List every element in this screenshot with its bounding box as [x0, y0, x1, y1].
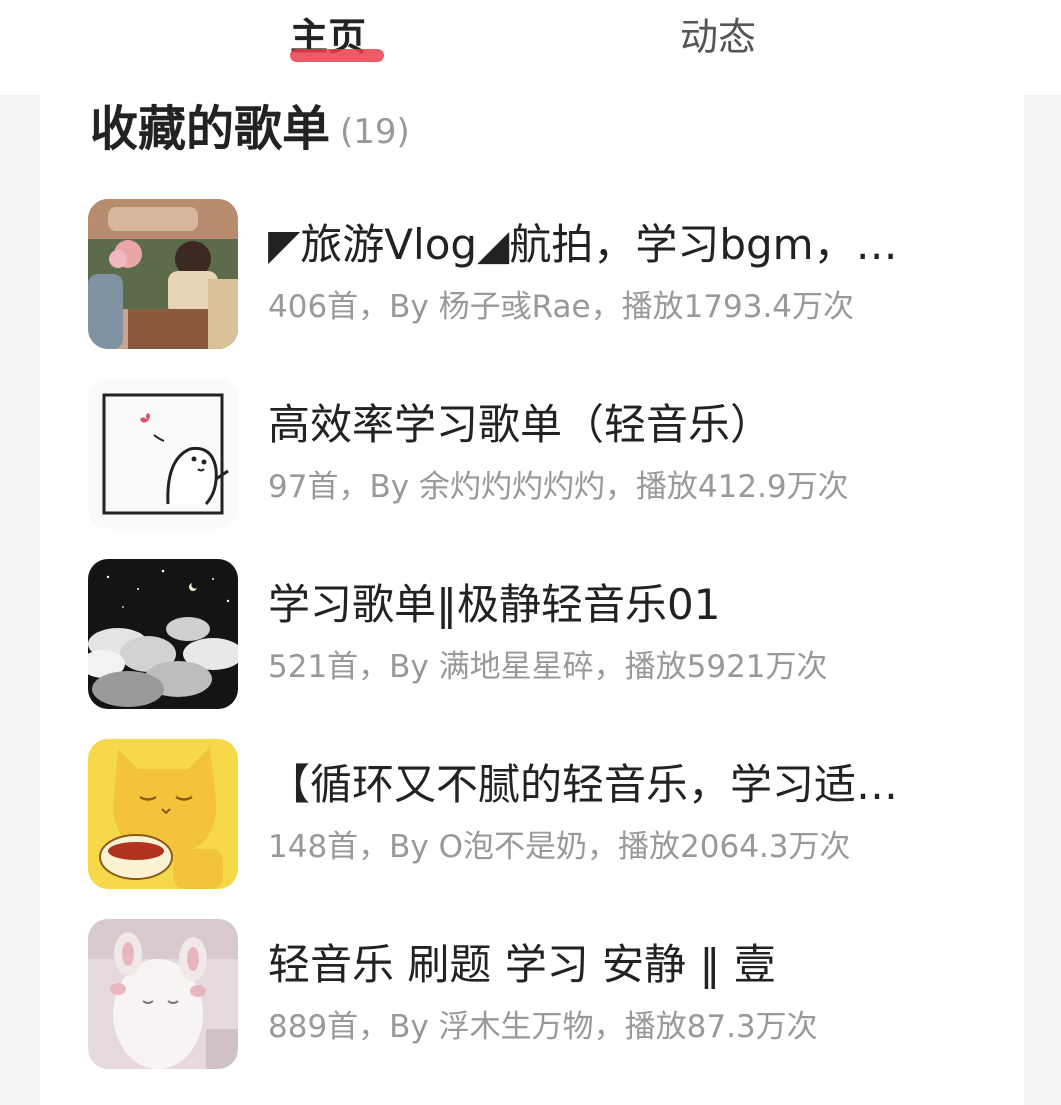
playlist-meta: 406首，By 杨子彧Rae，播放1793.4万次 — [268, 289, 855, 325]
playlist-count: (19) — [340, 112, 410, 152]
playlist-cover[interactable] — [88, 199, 238, 349]
playlist-cover[interactable] — [88, 919, 238, 1069]
section-title-text: 收藏的歌单 — [90, 101, 331, 157]
playlist-title: 【循环又不腻的轻音乐，学习适… — [268, 760, 899, 809]
playlist-item[interactable]: 【循环又不腻的轻音乐，学习适… 148首，By O泡不是奶，播放2064.3万次 — [88, 739, 988, 899]
playlist-cover[interactable] — [88, 739, 238, 889]
playlist-item[interactable]: ◤旅游Vlog◢航拍，学习bgm，… 406首，By 杨子彧Rae，播放1793… — [88, 199, 988, 359]
playlist-title: 轻音乐 刷题 学习 安静 ‖ 壹 — [268, 940, 776, 989]
tab-home-indicator — [290, 49, 384, 62]
playlist-meta: 148首，By O泡不是奶，播放2064.3万次 — [268, 829, 851, 865]
playlist-item[interactable]: 高效率学习歌单（轻音乐） 97首，By 余灼灼灼灼灼，播放412.9万次 — [88, 379, 988, 539]
playlist-meta: 889首，By 浮木生万物，播放87.3万次 — [268, 1009, 818, 1045]
playlist-meta: 521首，By 满地星星碎，播放5921万次 — [268, 649, 828, 685]
tab-feed[interactable]: 动态 — [680, 14, 756, 60]
playlist-title: 高效率学习歌单（轻音乐） — [268, 400, 773, 449]
top-tab-bar: 主页 动态 — [0, 0, 1061, 95]
playlist-meta: 97首，By 余灼灼灼灼灼，播放412.9万次 — [268, 469, 849, 505]
playlist-title: ◤旅游Vlog◢航拍，学习bgm，… — [268, 220, 898, 269]
favorite-playlists-card: 收藏的歌单 (19) ◤旅游Vlog◢航拍，学习bgm，… 406首，By 杨子彧… — [40, 95, 1024, 1105]
playlist-title: 学习歌单‖极静轻音乐01 — [268, 580, 721, 629]
playlist-cover[interactable] — [88, 559, 238, 709]
playlist-cover[interactable] — [88, 379, 238, 529]
section-title: 收藏的歌单 (19) — [90, 101, 410, 160]
playlist-item[interactable]: 轻音乐 刷题 学习 安静 ‖ 壹 889首，By 浮木生万物，播放87.3万次 — [88, 919, 988, 1079]
playlist-item[interactable]: 学习歌单‖极静轻音乐01 521首，By 满地星星碎，播放5921万次 — [88, 559, 988, 719]
